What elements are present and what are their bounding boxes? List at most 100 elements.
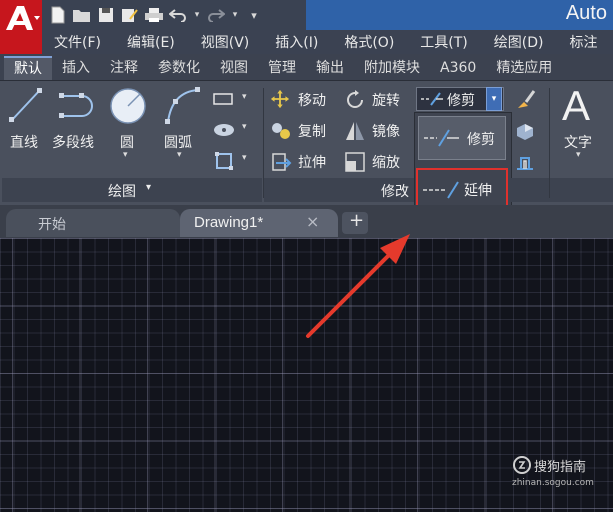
trim-combo-label: 修剪 [447, 93, 475, 109]
arc-dropdown-icon[interactable]: ▾ [177, 150, 182, 160]
application-menu-button[interactable] [0, 0, 42, 54]
circle-label: 圆 [120, 135, 134, 151]
tab-insert[interactable]: 插入 [52, 56, 100, 80]
save-as-icon[interactable] [120, 5, 140, 25]
circle-icon [110, 88, 146, 124]
explode-icon [517, 124, 533, 140]
redo-icon[interactable] [206, 5, 226, 25]
mirror-label: 镜像 [372, 124, 400, 140]
customize-toolbar-icon[interactable]: ▾ [244, 5, 264, 25]
scale-label: 缩放 [372, 155, 400, 171]
menu-insert[interactable]: 插入(I) [262, 32, 331, 52]
menu-bar: 文件(F) 编辑(E) 视图(V) 插入(I) 格式(O) 工具(T) 绘图(D… [42, 30, 613, 54]
polyline-button[interactable]: 多段线 [52, 86, 102, 158]
polyline-label: 多段线 [52, 135, 94, 151]
save-icon[interactable] [96, 5, 116, 25]
text-label: 文字 [564, 135, 592, 151]
tab-parametric[interactable]: 参数化 [148, 56, 210, 80]
dropdown-item-trim[interactable]: 修剪 [418, 116, 506, 160]
hatch-icon [214, 124, 234, 136]
rectangle-dropdown-icon[interactable]: ▾ [242, 92, 247, 102]
line-button[interactable]: 直线 [6, 86, 46, 158]
menu-view[interactable]: 视图(V) [188, 32, 263, 52]
erase-button[interactable] [514, 88, 536, 110]
offset-icon [517, 157, 533, 170]
explode-button[interactable] [514, 120, 536, 142]
tab-view[interactable]: 视图 [210, 56, 258, 80]
tab-manage[interactable]: 管理 [258, 56, 306, 80]
text-dropdown-icon[interactable]: ▾ [576, 150, 581, 160]
rotate-label: 旋转 [372, 93, 400, 109]
text-icon: A [562, 82, 591, 129]
mirror-button[interactable]: 镜像 [344, 119, 414, 143]
watermark-brand: 搜狗指南 [534, 460, 587, 475]
arc-button[interactable]: 圆弧 ▾ [160, 86, 206, 166]
menu-format[interactable]: 格式(O) [331, 32, 407, 52]
undo-icon[interactable] [168, 5, 188, 25]
quick-access-toolbar: ▾ ▾ ▾ [42, 0, 306, 30]
menu-tools[interactable]: 工具(T) [407, 32, 480, 52]
menu-file[interactable]: 文件(F) [42, 32, 114, 52]
copy-icon [272, 123, 290, 139]
brush-icon [518, 90, 536, 108]
rectangle-icon [213, 93, 233, 105]
copy-label: 复制 [298, 124, 326, 140]
rotate-icon [347, 90, 363, 108]
annotation-arrow-icon [306, 234, 410, 338]
mirror-icon [346, 122, 364, 140]
rotate-button[interactable]: 旋转 [344, 88, 414, 112]
draw-panel-footer[interactable]: 绘图 ▾ [2, 178, 262, 202]
rectangle-button[interactable]: ▾ [212, 88, 256, 112]
region-icon [215, 152, 233, 170]
trim-icon [424, 129, 459, 147]
region-button[interactable]: ▾ [212, 149, 256, 173]
print-icon[interactable] [144, 5, 164, 25]
line-icon [9, 88, 42, 122]
dropdown-trim-label: 修剪 [467, 132, 495, 148]
tab-start[interactable]: 开始 [6, 209, 180, 237]
hatch-dropdown-icon[interactable]: ▾ [242, 122, 247, 132]
move-label: 移动 [298, 93, 326, 109]
circle-button[interactable]: 圆 ▾ [106, 86, 148, 166]
autocad-logo-icon [6, 6, 40, 30]
tab-drawing1-label: Drawing1* [194, 214, 264, 231]
scale-button[interactable]: 缩放 [344, 150, 414, 174]
draw-panel-expand-icon[interactable]: ▾ [146, 182, 151, 193]
region-dropdown-icon[interactable]: ▾ [242, 153, 247, 163]
copy-button[interactable]: 复制 [270, 119, 340, 143]
new-file-icon[interactable] [48, 5, 68, 25]
menu-dimension[interactable]: 标注 [557, 32, 611, 52]
dropdown-extend-label: 延伸 [464, 183, 492, 199]
tab-addins[interactable]: 附加模块 [354, 56, 430, 80]
draw-panel-title: 绘图 [108, 184, 136, 200]
line-label: 直线 [10, 135, 38, 151]
menu-draw[interactable]: 绘图(D) [481, 32, 557, 52]
move-button[interactable]: 移动 [270, 88, 340, 112]
tab-a360[interactable]: A360 [430, 56, 486, 80]
window-title: Auto [565, 2, 607, 24]
circle-dropdown-icon[interactable]: ▾ [123, 150, 128, 160]
ribbon-tab-bar: 默认 插入 注释 参数化 视图 管理 输出 附加模块 A360 精选应用 [0, 54, 613, 81]
modify-panel-footer-right [510, 178, 550, 202]
open-folder-icon[interactable] [72, 5, 92, 25]
hatch-button[interactable]: ▾ [212, 118, 256, 142]
tab-featured-apps[interactable]: 精选应用 [486, 56, 562, 80]
text-button[interactable]: A 文字 ▾ [556, 82, 608, 164]
watermark-url: zhinan.sogou.com [512, 478, 594, 488]
title-band: Auto [306, 0, 613, 30]
redo-dropdown-icon[interactable]: ▾ [230, 5, 240, 25]
extend-icon [423, 181, 459, 199]
offset-button[interactable] [514, 150, 536, 172]
trim-dropdown-toggle-icon[interactable]: ▾ [486, 87, 502, 111]
stretch-icon [272, 153, 292, 171]
arc-label: 圆弧 [164, 135, 192, 151]
tab-annotate[interactable]: 注释 [100, 56, 148, 80]
menu-edit[interactable]: 编辑(E) [114, 32, 188, 52]
modify-panel-footer[interactable]: 修改 [264, 178, 414, 202]
undo-dropdown-icon[interactable]: ▾ [192, 5, 202, 25]
scale-icon [345, 152, 365, 172]
tab-default[interactable]: 默认 [4, 56, 52, 80]
stretch-button[interactable]: 拉伸 [270, 150, 340, 174]
tab-output[interactable]: 输出 [306, 56, 354, 80]
sogou-logo-icon [513, 456, 531, 474]
